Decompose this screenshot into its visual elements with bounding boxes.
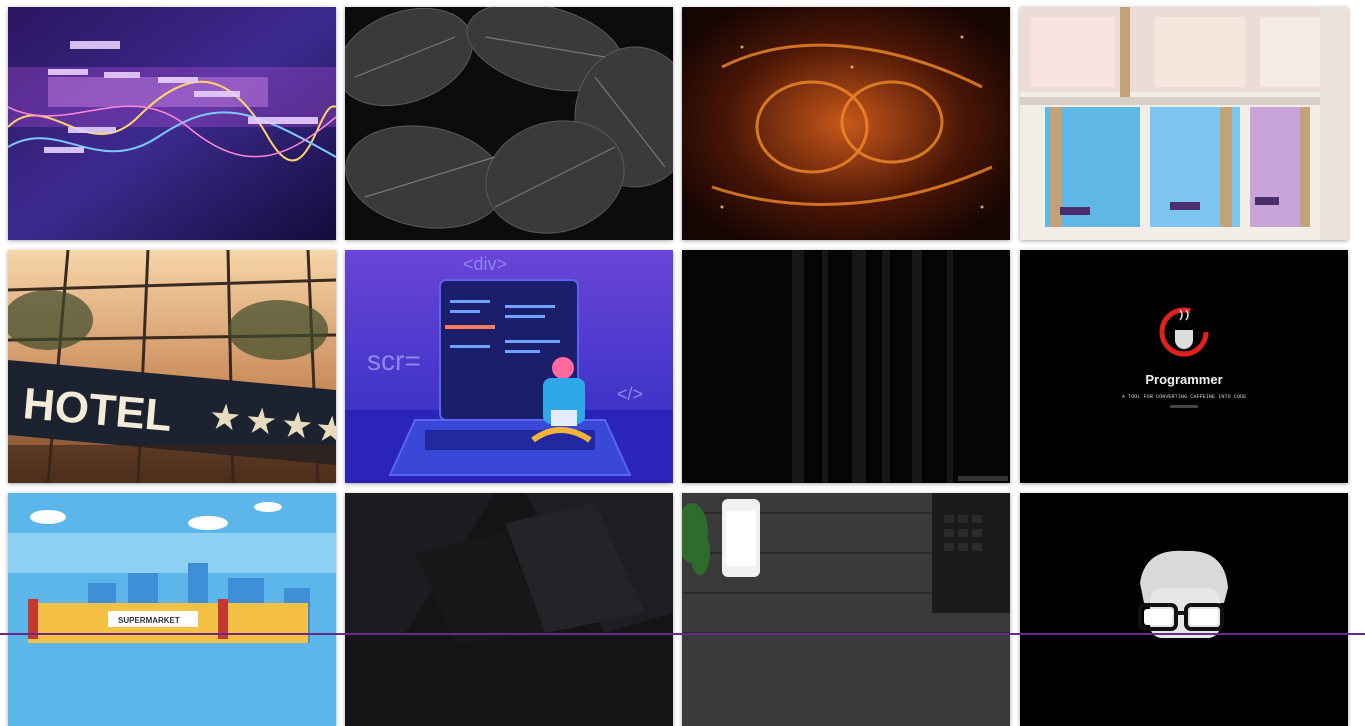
gallery-tile-dark-wood[interactable] xyxy=(682,250,1010,483)
nerd-avatar-image xyxy=(1020,493,1348,726)
wallpaper-grid: HOTEL ★ ★ ★ ★ <div> scr= </> Programmer … xyxy=(0,0,1365,726)
capsule-hostel-image xyxy=(1020,7,1348,240)
hotel-sign-image: HOTEL ★ ★ ★ ★ xyxy=(8,250,336,483)
gallery-tile-desk-phone-keyboard[interactable] xyxy=(682,493,1010,726)
desk-phone-keyboard-image xyxy=(682,493,1010,726)
gallery-tile-neon-data-waves[interactable] xyxy=(8,7,336,240)
scr-text: scr= xyxy=(367,345,421,376)
svg-text:★: ★ xyxy=(243,399,279,443)
close-tag-text: </> xyxy=(617,384,643,404)
dark-geometric-image xyxy=(345,493,673,726)
gallery-tile-developer-laptop[interactable]: <div> scr= </> xyxy=(345,250,673,483)
programmer-caffeine-image: Programmer A TOOL FOR CONVERTING CAFFEIN… xyxy=(1020,250,1348,483)
gallery-tile-capsule-hostel[interactable] xyxy=(1020,7,1348,240)
svg-text:★: ★ xyxy=(207,395,243,439)
fiery-nebula-image xyxy=(682,7,1010,240)
svg-text:★: ★ xyxy=(279,403,315,447)
programmer-title: Programmer xyxy=(1145,372,1222,387)
gallery-tile-programmer-caffeine[interactable]: Programmer A TOOL FOR CONVERTING CAFFEIN… xyxy=(1020,250,1348,483)
developer-laptop-image: <div> scr= </> xyxy=(345,250,673,483)
svg-text:★: ★ xyxy=(313,407,336,451)
neon-data-waves-image xyxy=(8,7,336,240)
gallery-tile-supermarket[interactable]: SUPERMARKET xyxy=(8,493,336,726)
gallery-tile-nerd-avatar[interactable] xyxy=(1020,493,1348,726)
gallery-tile-fiery-nebula[interactable] xyxy=(682,7,1010,240)
supermarket-image: SUPERMARKET xyxy=(8,493,336,726)
supermarket-sign-text: SUPERMARKET xyxy=(118,616,180,625)
gallery-tile-monstera-leaves[interactable] xyxy=(345,7,673,240)
gallery-tile-dark-geometric[interactable] xyxy=(345,493,673,726)
div-tag-text: <div> xyxy=(463,254,507,274)
gallery-tile-hotel-sign[interactable]: HOTEL ★ ★ ★ ★ xyxy=(8,250,336,483)
programmer-subtitle: A TOOL FOR CONVERTING CAFFEINE INTO CODE xyxy=(1122,394,1247,400)
monstera-leaves-image xyxy=(345,7,673,240)
dark-wood-image xyxy=(682,250,1010,483)
